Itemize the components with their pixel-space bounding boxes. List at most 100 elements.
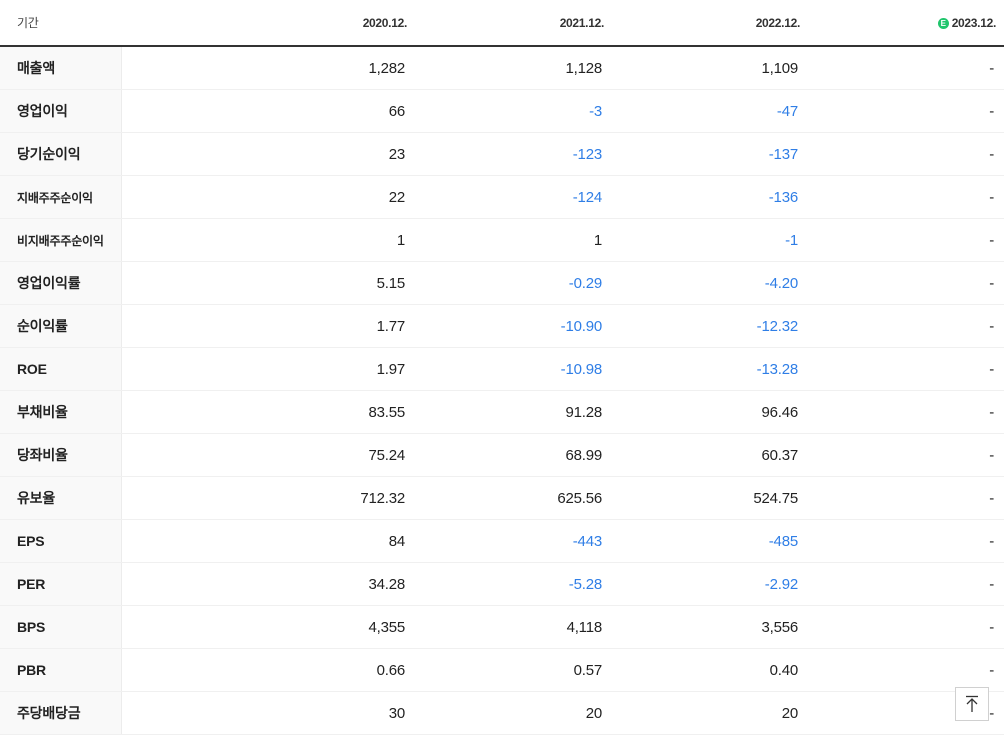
value-cell: 4,355 bbox=[121, 605, 415, 649]
value-cell: - bbox=[808, 519, 1004, 563]
row-label: 지배주주순이익 bbox=[0, 175, 122, 219]
value-cell: 0.57 bbox=[415, 648, 612, 692]
value-cell: -137 bbox=[612, 132, 808, 176]
value-cell: -47 bbox=[612, 89, 808, 133]
value-cell: 712.32 bbox=[121, 476, 415, 520]
table-row: 유보율 712.32 625.56 524.75- bbox=[0, 476, 1004, 520]
period-header-estimate: E 2023.12. bbox=[808, 0, 1004, 47]
value-cell: 66 bbox=[121, 89, 415, 133]
row-label: PBR bbox=[0, 648, 122, 692]
value-cell: -443 bbox=[415, 519, 612, 563]
period-label: 기간 bbox=[0, 0, 121, 47]
value-cell: 1,128 bbox=[415, 46, 612, 90]
table-row: 당기순이익 23 -123 -137- bbox=[0, 132, 1004, 176]
value-cell: 1 bbox=[415, 218, 612, 262]
row-label: 매출액 bbox=[0, 46, 122, 90]
value-cell: 1.77 bbox=[121, 304, 415, 348]
value-cell: 0.66 bbox=[121, 648, 415, 692]
value-cell: 34.28 bbox=[121, 562, 415, 606]
value-cell: 0.40 bbox=[612, 648, 808, 692]
value-cell: 84 bbox=[121, 519, 415, 563]
table-row: 부채비율 83.55 91.28 96.46- bbox=[0, 390, 1004, 434]
value-cell: 60.37 bbox=[612, 433, 808, 477]
row-label: BPS bbox=[0, 605, 122, 649]
value-cell: - bbox=[808, 562, 1004, 606]
value-cell: - bbox=[808, 390, 1004, 434]
value-cell: 1.97 bbox=[121, 347, 415, 391]
value-cell: 1,282 bbox=[121, 46, 415, 90]
value-cell: -4.20 bbox=[612, 261, 808, 305]
value-cell: 625.56 bbox=[415, 476, 612, 520]
row-label: 당좌비율 bbox=[0, 433, 122, 477]
row-label: 부채비율 bbox=[0, 390, 122, 434]
row-label: 영업이익 bbox=[0, 89, 122, 133]
value-cell: -136 bbox=[612, 175, 808, 219]
table-row: 영업이익률 5.15 -0.29 -4.20- bbox=[0, 261, 1004, 305]
value-cell: 68.99 bbox=[415, 433, 612, 477]
value-cell: - bbox=[808, 433, 1004, 477]
value-cell: - bbox=[808, 46, 1004, 90]
value-cell: -0.29 bbox=[415, 261, 612, 305]
table-row: PER 34.28 -5.28 -2.92- bbox=[0, 562, 1004, 606]
value-cell: 83.55 bbox=[121, 390, 415, 434]
value-cell: - bbox=[808, 218, 1004, 262]
value-cell: -124 bbox=[415, 175, 612, 219]
row-label: 순이익률 bbox=[0, 304, 122, 348]
table-row: 주당배당금 30 20 20- bbox=[0, 691, 1004, 735]
table-row: EPS 84 -443 -485- bbox=[0, 519, 1004, 563]
value-cell: 75.24 bbox=[121, 433, 415, 477]
value-cell: 22 bbox=[121, 175, 415, 219]
period-header: 2022.12. bbox=[612, 0, 808, 47]
value-cell: - bbox=[808, 347, 1004, 391]
value-cell: -485 bbox=[612, 519, 808, 563]
table-row: 비지배주주순이익 1 1 -1- bbox=[0, 218, 1004, 262]
value-cell: 524.75 bbox=[612, 476, 808, 520]
value-cell: - bbox=[808, 648, 1004, 692]
row-label: 비지배주주순이익 bbox=[0, 218, 122, 262]
table-row: 지배주주순이익 22 -124 -136- bbox=[0, 175, 1004, 219]
value-cell: - bbox=[808, 89, 1004, 133]
row-label: 유보율 bbox=[0, 476, 122, 520]
table-row: 순이익률 1.77 -10.90 -12.32- bbox=[0, 304, 1004, 348]
financial-table: 기간 2020.12. 2021.12. 2022.12. E 2023.12. … bbox=[0, 0, 1004, 735]
period-header: 2020.12. bbox=[121, 0, 415, 47]
table-row: PBR 0.66 0.57 0.40- bbox=[0, 648, 1004, 692]
value-cell: 5.15 bbox=[121, 261, 415, 305]
value-cell: 4,118 bbox=[415, 605, 612, 649]
value-cell: -10.90 bbox=[415, 304, 612, 348]
row-label: ROE bbox=[0, 347, 122, 391]
value-cell: 20 bbox=[612, 691, 808, 735]
value-cell: 23 bbox=[121, 132, 415, 176]
value-cell: - bbox=[808, 476, 1004, 520]
arrow-up-to-top-icon bbox=[966, 695, 978, 712]
value-cell: - bbox=[808, 605, 1004, 649]
value-cell: - bbox=[808, 261, 1004, 305]
value-cell: - bbox=[808, 132, 1004, 176]
value-cell: -13.28 bbox=[612, 347, 808, 391]
value-cell: -2.92 bbox=[612, 562, 808, 606]
table-row: BPS 4,355 4,118 3,556- bbox=[0, 605, 1004, 649]
header-row: 기간 2020.12. 2021.12. 2022.12. E 2023.12. bbox=[0, 0, 1004, 47]
value-cell: -123 bbox=[415, 132, 612, 176]
table-row: 영업이익 66 -3 -47- bbox=[0, 89, 1004, 133]
row-label: 주당배당금 bbox=[0, 691, 122, 735]
value-cell: 1 bbox=[121, 218, 415, 262]
value-cell: 96.46 bbox=[612, 390, 808, 434]
table-row: 당좌비율 75.24 68.99 60.37- bbox=[0, 433, 1004, 477]
table-row: 매출액 1,282 1,128 1,109- bbox=[0, 46, 1004, 90]
scroll-top-button[interactable] bbox=[955, 687, 989, 721]
value-cell: 1,109 bbox=[612, 46, 808, 90]
table-row: ROE 1.97 -10.98 -13.28- bbox=[0, 347, 1004, 391]
row-label: EPS bbox=[0, 519, 122, 563]
period-header: 2021.12. bbox=[415, 0, 612, 47]
value-cell: 20 bbox=[415, 691, 612, 735]
value-cell: -12.32 bbox=[612, 304, 808, 348]
row-label: PER bbox=[0, 562, 122, 606]
period-header-label: 2023.12. bbox=[951, 15, 997, 30]
value-cell: -5.28 bbox=[415, 562, 612, 606]
value-cell: 30 bbox=[121, 691, 415, 735]
value-cell: - bbox=[808, 175, 1004, 219]
value-cell: 3,556 bbox=[612, 605, 808, 649]
value-cell: - bbox=[808, 304, 1004, 348]
row-label: 영업이익률 bbox=[0, 261, 122, 305]
